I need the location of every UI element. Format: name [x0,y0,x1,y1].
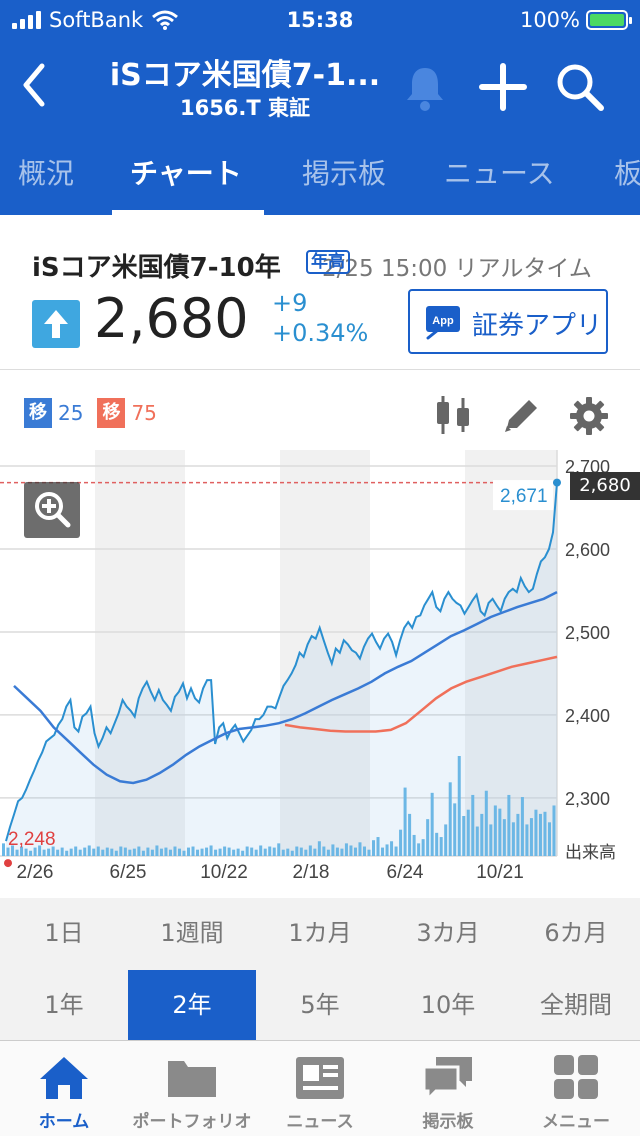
navigation-bar: iSコア米国債7-1... 1656.T 東証 [0,40,640,135]
last-price-dot [553,478,561,487]
newspaper-icon [296,1057,344,1099]
up-arrow-icon [32,300,80,348]
low-price-dot [4,859,12,868]
period-option-long-0[interactable]: 1年 [0,970,128,1040]
search-icon[interactable] [553,60,607,114]
price-change-percent: +0.34% [272,319,369,347]
folder-icon [168,1061,216,1097]
tab-chart[interactable]: チャート [130,152,242,192]
low-price-label: 2,248 [8,829,56,850]
securities-app-label: 証券アプリ [472,311,603,341]
ma75-tag: 移 [97,398,126,428]
period-option-long-1[interactable]: 2年 [128,970,256,1040]
last-price-marker: 2,680 [570,472,640,500]
period-selector: 1日 1週間 1カ月 3カ月 6カ月 1年 2年 5年 10年 全期間 [0,898,640,1040]
quote-panel: iSコア米国債7-10年 2/25 15:00 リアルタイム 年高 2,680 … [0,215,640,370]
battery-percent: 100% [519,8,580,32]
ma25-value: 25 [58,401,84,425]
current-price: 2,680 [94,287,249,350]
period-option-short-0[interactable]: 1日 [0,898,128,968]
period-option-long-3[interactable]: 10年 [384,970,512,1040]
x-tick-label: 10/21 [476,862,524,883]
battery-icon [586,10,632,30]
back-arrow-icon[interactable] [16,60,56,110]
ma25-tag: 移 [24,398,52,428]
candlestick-icon[interactable] [434,394,474,436]
moving-average-legend: 移 25 移 75 [24,395,171,431]
status-bar: SoftBank 15:38 100% [0,0,640,40]
tab-order-book[interactable]: 板 [614,152,640,192]
year-high-badge: 年高 [306,250,350,274]
app-header: SoftBank 15:38 100% iSコア米国債7-1... 1656.T… [0,0,640,215]
period-option-long-2[interactable]: 5年 [256,970,384,1040]
ma75-value: 75 [131,401,157,425]
nav-home-label: ホーム [38,1112,90,1132]
bottom-navigation: ホーム ポートフォリオ ニュース 掲示板 メニュー [0,1040,640,1136]
price-chart[interactable]: 2,7002,6002,5002,4002,3002,2482,6712/26 6… [0,450,640,890]
volume-bar [2,843,6,856]
nav-board[interactable]: 掲示板 [384,1041,512,1136]
zoom-icon[interactable] [24,482,80,538]
volume-axis-label: 出来高 [565,843,616,862]
period-row-long: 1年 2年 5年 10年 全期間 [0,970,640,1040]
add-icon[interactable] [478,62,528,112]
y-tick-label: 2,600 [565,540,610,560]
tab-news[interactable]: ニュース [444,152,555,192]
y-tick-label: 2,300 [565,789,610,809]
nav-portfolio[interactable]: ポートフォリオ [128,1041,256,1136]
x-tick-label: 10/22 [200,862,248,883]
period-option-short-4[interactable]: 6カ月 [512,898,640,968]
period-row-short: 1日 1週間 1カ月 3カ月 6カ月 [0,898,640,968]
x-tick-label: 2/26 [17,862,54,883]
nav-news[interactable]: ニュース [256,1041,384,1136]
period-option-long-4[interactable]: 全期間 [512,970,640,1040]
y-tick-label: 2,500 [565,623,610,643]
bell-icon[interactable] [402,64,448,112]
nav-news-label: ニュース [286,1112,354,1132]
grid-menu-icon [554,1055,598,1099]
x-tick-label: 2/18 [293,862,330,883]
pencil-icon[interactable] [501,396,541,434]
period-option-short-3[interactable]: 3カ月 [384,898,512,968]
speech-bubbles-icon [422,1057,472,1103]
nav-home[interactable]: ホーム [0,1041,128,1136]
high-price-label: 2,671 [500,486,548,507]
nav-portfolio-label: ポートフォリオ [132,1112,252,1132]
tab-board[interactable]: 掲示板 [302,152,386,192]
nav-menu[interactable]: メニュー [512,1041,640,1136]
x-tick-label: 6/24 [387,862,424,883]
battery: 100% [519,8,632,32]
period-option-short-2[interactable]: 1カ月 [256,898,384,968]
securities-app-button[interactable]: App 証券アプリ [408,289,608,354]
home-icon [40,1057,88,1099]
y-tick-label: 2,400 [565,706,610,726]
price-change: +9 [272,289,308,317]
nav-board-label: 掲示板 [422,1112,474,1132]
x-tick-label: 6/25 [110,862,147,883]
nav-menu-label: メニュー [542,1112,610,1132]
quote-timestamp: 2/25 15:00 リアルタイム [322,256,592,282]
ticker-subtitle: 1656.T 東証 [179,96,311,120]
fund-name: iSコア米国債7-10年 [32,253,281,283]
period-option-short-1[interactable]: 1週間 [128,898,256,968]
tab-bar: 概況 チャート 掲示板 ニュース 板 [0,140,640,215]
gear-icon[interactable] [569,396,609,436]
page-title: iSコア米国債7-1... [109,58,381,93]
app-icon-label: App [432,315,454,327]
tab-overview[interactable]: 概況 [18,152,74,192]
app-icon: App [426,306,460,340]
